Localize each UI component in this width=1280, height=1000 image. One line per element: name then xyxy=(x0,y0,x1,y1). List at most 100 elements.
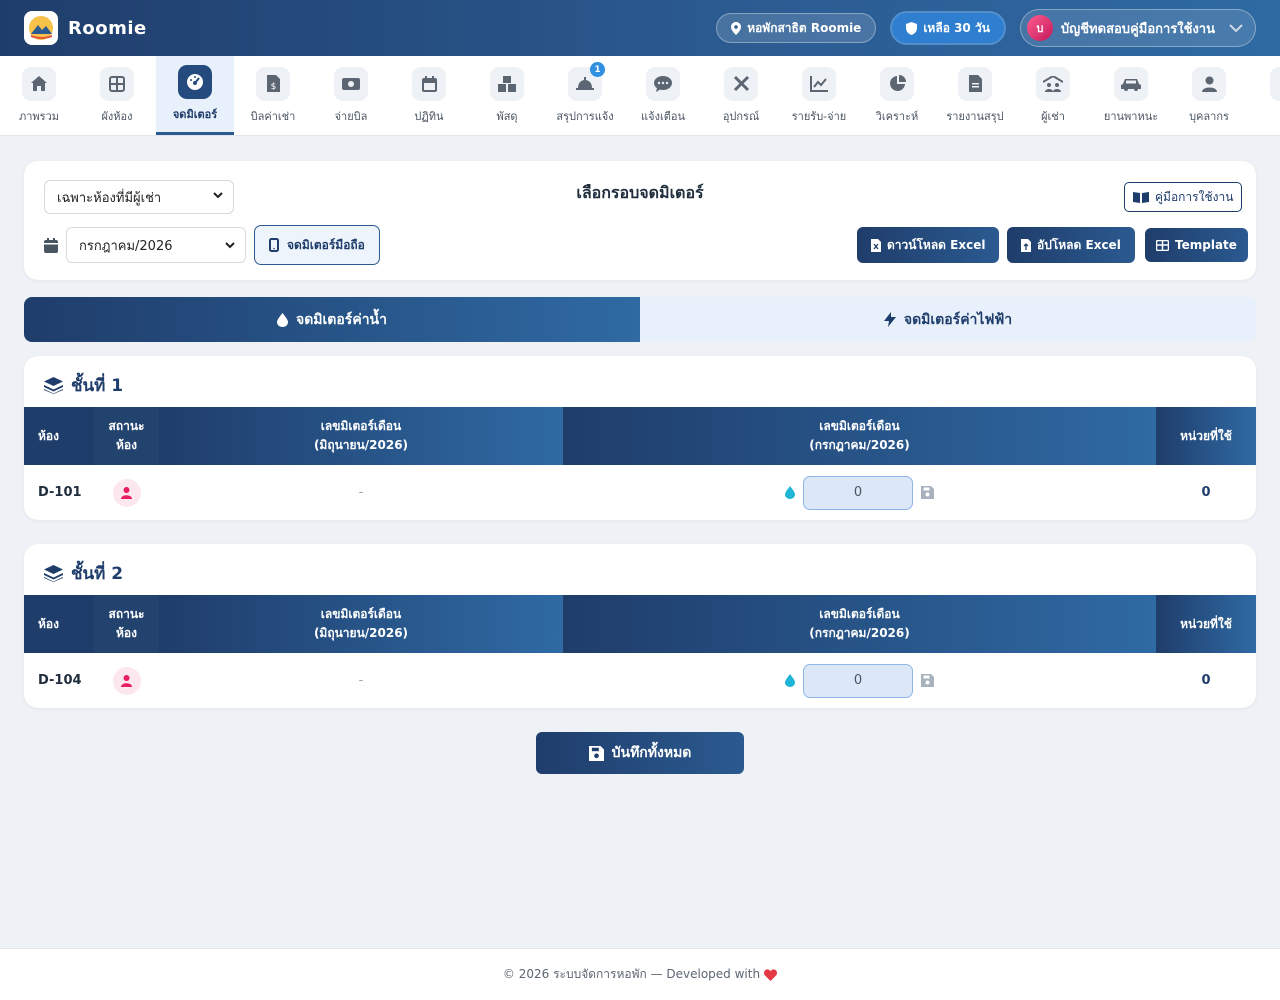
table-row: D-101 - 0 0 xyxy=(24,465,1256,520)
user-icon xyxy=(1192,66,1226,101)
floor-section: ชั้นที่ 1 ห้อง สถานะ ห้อง เลขมิเตอร์เดือน… xyxy=(24,356,1256,520)
col-current-reading: เลขมิเตอร์เดือน (กรกฎาคม/2026) xyxy=(563,595,1156,653)
room-filter-select[interactable]: เฉพาะห้องที่มีผู้เช่า xyxy=(44,180,234,214)
save-all-button[interactable]: บันทึกทั้งหมด xyxy=(536,732,744,774)
tenant-icon xyxy=(112,478,141,507)
water-drop-icon xyxy=(277,312,288,327)
notification-badge: 1 xyxy=(590,62,605,77)
dorm-pill[interactable]: หอพักสาธิต Roomie xyxy=(716,13,877,43)
nav-item-calendar[interactable]: ปฏิทิน xyxy=(390,56,468,135)
current-reading-cell: 0 xyxy=(563,663,1156,698)
units-used: 0 xyxy=(1201,673,1211,688)
nav-item-equipment[interactable]: อุปกรณ์ xyxy=(702,56,780,135)
tab-water-meter[interactable]: จดมิเตอร์ค่าน้ำ xyxy=(24,297,640,342)
save-all-label: บันทึกทั้งหมด xyxy=(611,745,692,761)
calendar-icon xyxy=(44,238,58,253)
account-menu[interactable]: บ บัญชีทดสอบคู่มือการใช้งาน xyxy=(1019,9,1256,47)
current-reading-input[interactable]: 0 xyxy=(803,475,913,510)
table-icon xyxy=(1156,239,1169,251)
chevron-down-icon xyxy=(1229,23,1243,32)
nav-item-room-map[interactable]: ผังห้อง xyxy=(78,56,156,135)
file-upload-icon xyxy=(1021,238,1031,252)
current-reading-cell: 0 xyxy=(563,475,1156,510)
nav-item-parcel[interactable]: พัสดุ xyxy=(468,56,546,135)
gauge-icon xyxy=(178,65,212,99)
pie-chart-icon xyxy=(880,66,914,101)
book-open-icon xyxy=(1133,192,1149,203)
tools-icon xyxy=(724,66,758,101)
nav-item-report-summary[interactable]: 1 สรุปการแจ้ง xyxy=(546,56,624,135)
file-excel-icon xyxy=(871,238,881,252)
col-status: สถานะ ห้อง xyxy=(94,595,159,653)
layers-icon xyxy=(44,377,63,394)
nav-item-pay-bill[interactable]: จ่ายบิล xyxy=(312,56,390,135)
nav-item-vehicles[interactable]: ยานพาหนะ xyxy=(1092,56,1170,135)
top-header: Roomie หอพักสาธิต Roomie เหลือ 30 วัน บ … xyxy=(0,0,1280,56)
nav-label: จ่ายบิล xyxy=(334,109,368,123)
invoice-icon: $ xyxy=(256,66,290,101)
save-icon xyxy=(588,745,604,761)
col-units-used: หน่วยที่ใช้ xyxy=(1156,595,1256,653)
bolt-icon xyxy=(883,312,896,327)
footer: © 2026 ระบบจัดการหอพัก — Developed with xyxy=(0,948,1280,1000)
nav-item-rent-bill[interactable]: $ บิลค่าเช่า xyxy=(234,56,312,135)
table-header: ห้อง สถานะ ห้อง เลขมิเตอร์เดือน (มิถุนายน/… xyxy=(24,407,1256,465)
save-icon[interactable] xyxy=(921,674,934,687)
user-manual-button[interactable]: คู่มือการใช้งาน xyxy=(1124,182,1243,212)
download-excel-label: ดาวน์โหลด Excel xyxy=(887,237,986,252)
chat-icon xyxy=(646,66,680,101)
upload-excel-button[interactable]: อัปโหลด Excel xyxy=(1007,227,1135,263)
col-current-reading: เลขมิเตอร์เดือน (กรกฎาคม/2026) xyxy=(563,407,1156,465)
current-reading-input[interactable]: 0 xyxy=(803,663,913,698)
nav-item-summary-report[interactable]: รายงานสรุป xyxy=(936,56,1014,135)
template-button[interactable]: Template xyxy=(1145,228,1248,262)
col-status: สถานะ ห้อง xyxy=(94,407,159,465)
chart-line-icon xyxy=(802,66,836,101)
mobile-meter-label: จดมิเตอร์มือถือ xyxy=(287,237,365,252)
save-icon[interactable] xyxy=(921,486,934,499)
account-name: บัญชีทดสอบคู่มือการใช้งาน xyxy=(1060,21,1215,37)
shield-icon xyxy=(906,21,918,35)
previous-reading: - xyxy=(358,673,364,688)
nav-item-income-expense[interactable]: รายรับ-จ่าย xyxy=(780,56,858,135)
col-room: ห้อง xyxy=(24,595,94,653)
nav-label: รายรับ-จ่าย xyxy=(791,109,847,123)
nav-label: พัสดุ xyxy=(496,109,518,123)
app-logo[interactable] xyxy=(24,11,58,45)
floor-title: ชั้นที่ 1 xyxy=(44,372,123,399)
nav-item-meter-reading[interactable]: จดมิเตอร์ xyxy=(156,56,234,135)
mobile-meter-button[interactable]: จดมิเตอร์มือถือ xyxy=(254,225,380,265)
nav-item-tenants[interactable]: ผู้เช่า xyxy=(1014,56,1092,135)
tab-electric-meter[interactable]: จดมิเตอร์ค่าไฟฟ้า xyxy=(640,297,1256,342)
units-used: 0 xyxy=(1201,485,1211,500)
chevron-down-icon xyxy=(225,242,235,249)
main-nav: ภาพรวม ผังห้อง จดมิเตอร์ $ บิลค่าเช่า จ่… xyxy=(0,56,1280,136)
meter-round-selector: เลือกรอบจดมิเตอร์ เฉพาะห้องที่มีผู้เช่า … xyxy=(24,161,1256,280)
days-remaining-text: เหลือ 30 วัน xyxy=(923,20,990,35)
footer-text: © 2026 ระบบจัดการหอพัก — Developed with xyxy=(502,967,761,981)
nav-label: วิเคราะห์ xyxy=(875,109,919,123)
nav-label: จดมิเตอร์ xyxy=(172,108,218,121)
nav-label: บุคลากร xyxy=(1189,109,1229,123)
nav-item-staff[interactable]: บุคลากร xyxy=(1170,56,1248,135)
days-remaining-pill[interactable]: เหลือ 30 วัน xyxy=(892,13,1004,43)
nav-item-notifications[interactable]: แจ้งเตือน xyxy=(624,56,702,135)
money-icon xyxy=(334,66,368,101)
col-room: ห้อง xyxy=(24,407,94,465)
nav-item-analytics[interactable]: วิเคราะห์ xyxy=(858,56,936,135)
nav-item-overview[interactable]: ภาพรวม xyxy=(0,56,78,135)
month-select[interactable]: กรกฎาคม/2026 xyxy=(66,227,246,263)
nav-item-more[interactable]: บ xyxy=(1248,56,1280,135)
floor-title-text: ชั้นที่ 2 xyxy=(71,564,124,584)
file-icon xyxy=(958,66,992,101)
tab-electric-label: จดมิเตอร์ค่าไฟฟ้า xyxy=(903,311,1013,328)
download-excel-button[interactable]: ดาวน์โหลด Excel xyxy=(857,227,1000,263)
location-pin-icon xyxy=(731,21,742,35)
nav-label: รายงานสรุป xyxy=(946,109,1004,123)
room-filter-value: เฉพาะห้องที่มีผู้เช่า xyxy=(57,190,162,206)
nav-label: สรุปการแจ้ง xyxy=(556,109,614,123)
nav-label: ยานพาหนะ xyxy=(1103,109,1159,123)
table-header: ห้อง สถานะ ห้อง เลขมิเตอร์เดือน (มิถุนายน/… xyxy=(24,595,1256,653)
upload-excel-label: อัปโหลด Excel xyxy=(1037,237,1121,252)
home-icon xyxy=(22,66,56,101)
